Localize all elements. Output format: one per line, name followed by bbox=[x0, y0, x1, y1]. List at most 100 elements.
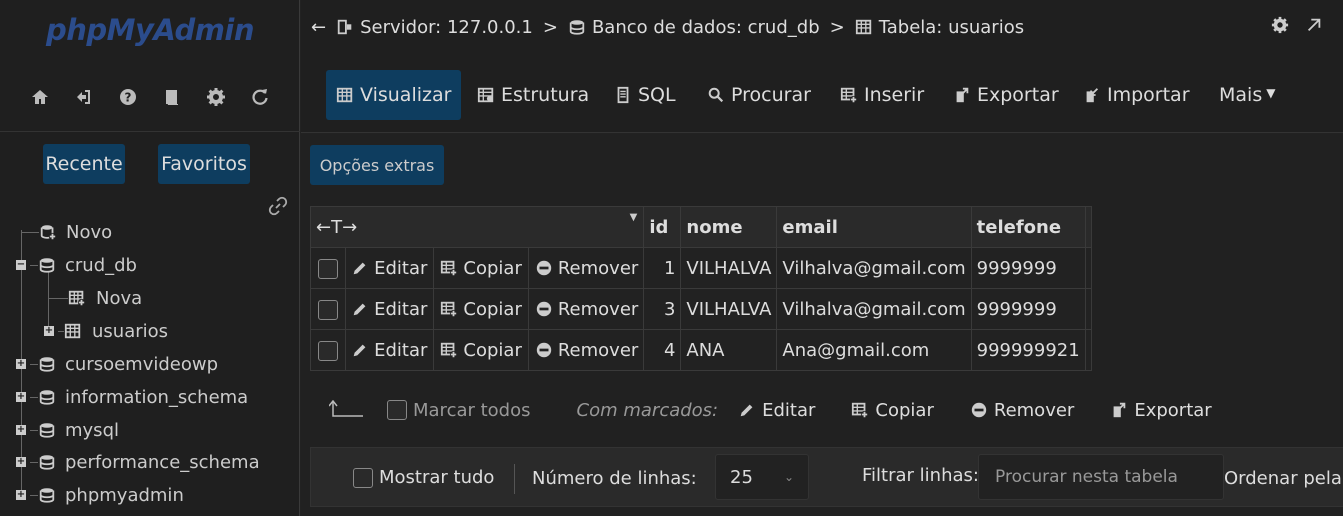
expand-icon[interactable]: + bbox=[16, 457, 26, 467]
check-all-checkbox[interactable] bbox=[387, 400, 407, 420]
column-header-telefone[interactable]: telefone bbox=[970, 206, 1086, 248]
arrow-up-left-icon bbox=[328, 399, 363, 420]
tab-search[interactable]: Procurar bbox=[697, 70, 821, 120]
cell-id[interactable]: 4 bbox=[643, 329, 682, 371]
svg-text:?: ? bbox=[125, 90, 132, 104]
cell-id[interactable]: 1 bbox=[643, 247, 682, 289]
tree-item-mysql[interactable]: + mysql bbox=[16, 415, 119, 445]
breadcrumb-table[interactable]: Tabela: usuarios bbox=[855, 17, 1024, 38]
reload-icon[interactable] bbox=[250, 87, 270, 107]
collapse-top-icon[interactable] bbox=[1305, 16, 1323, 34]
tab-export[interactable]: Exportar bbox=[943, 70, 1069, 120]
tree-item-new-db[interactable]: Novo bbox=[21, 217, 112, 247]
column-resize-header[interactable]: ←T→ ▼ bbox=[309, 206, 645, 248]
dropdown-caret-icon[interactable]: ▼ bbox=[630, 212, 638, 223]
expand-icon[interactable]: + bbox=[16, 490, 26, 500]
cell-telefone[interactable]: 9999999 bbox=[970, 247, 1086, 289]
copy-row-button[interactable]: Copiar bbox=[434, 248, 529, 288]
tab-more[interactable]: Mais ▼ bbox=[1209, 70, 1285, 120]
cell-id[interactable]: 3 bbox=[643, 288, 682, 330]
app-logo[interactable]: phpMyAdmin bbox=[0, 0, 300, 60]
tree-item-new-table[interactable]: Nova bbox=[48, 283, 142, 313]
edit-row-button[interactable]: Editar bbox=[351, 330, 435, 370]
cell-telefone[interactable]: 9999999 bbox=[970, 288, 1086, 330]
column-header-email[interactable]: email bbox=[776, 206, 972, 248]
tree-item-cursoemvideowp[interactable]: + cursoemvideowp bbox=[16, 349, 218, 379]
tab-insert[interactable]: Inserir bbox=[830, 70, 934, 120]
extra-options-button[interactable]: Opções extras bbox=[310, 145, 444, 185]
pencil-icon bbox=[738, 401, 756, 419]
link-icon[interactable] bbox=[268, 196, 288, 216]
expand-icon[interactable]: + bbox=[16, 359, 26, 369]
show-all-checkbox[interactable] bbox=[353, 467, 373, 488]
logout-icon[interactable] bbox=[74, 87, 94, 107]
tree-item-label: information_schema bbox=[65, 386, 249, 408]
column-header-nome[interactable]: nome bbox=[680, 206, 778, 248]
docs-icon[interactable] bbox=[162, 87, 182, 107]
row-checkbox[interactable] bbox=[318, 340, 339, 361]
copy-row-button[interactable]: Copiar bbox=[434, 289, 529, 329]
favorites-button[interactable]: Favoritos bbox=[158, 144, 250, 184]
remove-icon bbox=[535, 341, 553, 359]
check-all-toggle[interactable]: Marcar todos bbox=[387, 400, 531, 421]
row-checkbox[interactable] bbox=[318, 258, 339, 279]
results-table: ←T→ ▼ id nome email telefone Editar Copi… bbox=[309, 206, 1093, 371]
tab-structure[interactable]: Estrutura bbox=[467, 70, 599, 120]
tree-item-crud_db[interactable]: − crud_db bbox=[16, 250, 137, 280]
breadcrumb-server[interactable]: Servidor: 127.0.0.1 bbox=[336, 17, 533, 38]
tree-item-label: mysql bbox=[65, 419, 119, 441]
tree-item-label: crud_db bbox=[65, 254, 137, 276]
pencil-icon bbox=[351, 300, 369, 318]
home-icon[interactable] bbox=[30, 87, 50, 107]
bulk-edit-button[interactable]: Editar bbox=[738, 400, 815, 421]
tree-item-label: Novo bbox=[66, 221, 113, 243]
edit-row-button[interactable]: Editar bbox=[351, 289, 435, 329]
cell-email[interactable]: Vilhalva@gmail.com bbox=[776, 288, 972, 330]
row-checkbox[interactable] bbox=[318, 299, 339, 320]
collapse-icon[interactable]: − bbox=[16, 260, 26, 270]
recent-button[interactable]: Recente bbox=[43, 144, 125, 184]
delete-row-button[interactable]: Remover bbox=[529, 258, 638, 279]
column-arrows-icon[interactable]: ←T→ bbox=[316, 217, 357, 238]
bulk-copy-button[interactable]: Copiar bbox=[851, 400, 934, 421]
back-arrow-icon[interactable]: ← bbox=[311, 17, 326, 38]
tab-browse[interactable]: Visualizar bbox=[326, 70, 462, 120]
row-actions-cell: Editar Copiar Remover bbox=[345, 247, 645, 289]
tree-item-information_schema[interactable]: + information_schema bbox=[16, 382, 248, 412]
expand-icon[interactable]: + bbox=[16, 392, 26, 402]
row-checkbox-cell bbox=[309, 247, 347, 289]
database-icon bbox=[568, 18, 586, 36]
cell-nome[interactable]: VILHALVA bbox=[680, 288, 778, 330]
expand-icon[interactable]: + bbox=[16, 425, 26, 435]
copy-row-button[interactable]: Copiar bbox=[434, 330, 529, 370]
delete-row-button[interactable]: Remover bbox=[529, 299, 638, 320]
tree-item-phpmyadmin[interactable]: + phpmyadmin bbox=[16, 480, 184, 510]
tree-item-performance_schema[interactable]: + performance_schema bbox=[16, 447, 260, 477]
cell-nome[interactable]: ANA bbox=[680, 329, 778, 371]
filter-rows-input[interactable] bbox=[978, 454, 1224, 500]
expand-icon[interactable]: + bbox=[44, 326, 54, 336]
rows-per-page-select[interactable]: 25 ⌄ bbox=[715, 454, 809, 500]
tab-sql[interactable]: SQL bbox=[604, 70, 686, 120]
copy-icon bbox=[851, 401, 869, 419]
sql-icon bbox=[614, 86, 632, 104]
tab-bar: Visualizar Estrutura SQL Procurar Inseri… bbox=[301, 54, 1343, 133]
cell-telefone[interactable]: 999999921 bbox=[970, 329, 1086, 371]
breadcrumb-database[interactable]: Banco de dados: crud_db bbox=[568, 17, 820, 38]
column-header-id[interactable]: id bbox=[643, 206, 682, 248]
bulk-export-button[interactable]: Exportar bbox=[1110, 400, 1212, 421]
delete-row-button[interactable]: Remover bbox=[529, 340, 638, 361]
tree-item-usuarios[interactable]: + usuarios bbox=[44, 316, 168, 346]
settings-icon[interactable] bbox=[1271, 16, 1289, 34]
show-all-toggle[interactable]: Mostrar tudo bbox=[353, 467, 494, 488]
settings-icon[interactable] bbox=[206, 87, 226, 107]
cell-email[interactable]: Vilhalva@gmail.com bbox=[776, 247, 972, 289]
chevron-down-icon: ⌄ bbox=[783, 470, 794, 484]
bulk-delete-button[interactable]: Remover bbox=[970, 400, 1074, 421]
copy-icon bbox=[440, 341, 458, 359]
help-icon[interactable]: ? bbox=[118, 87, 138, 107]
edit-row-button[interactable]: Editar bbox=[351, 248, 435, 288]
cell-nome[interactable]: VILHALVA bbox=[680, 247, 778, 289]
cell-email[interactable]: Ana@gmail.com bbox=[776, 329, 972, 371]
tab-import[interactable]: Importar bbox=[1073, 70, 1200, 120]
